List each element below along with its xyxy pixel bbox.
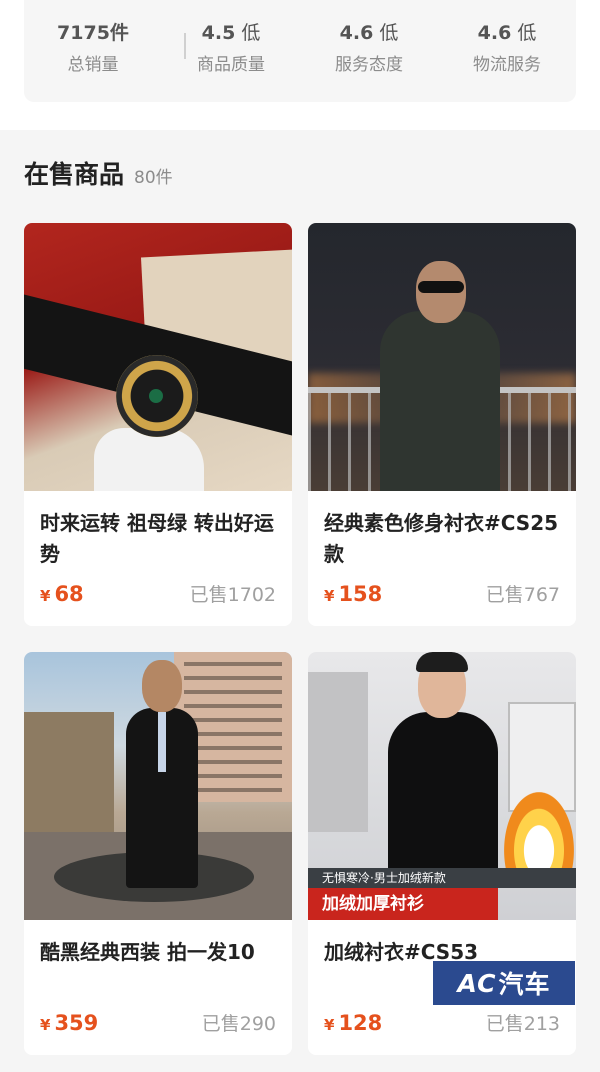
watermark-logo-mark: AC (457, 968, 497, 998)
product-name[interactable]: 时来运转 祖母绿 转出好运势 (40, 508, 280, 570)
product-name[interactable]: 酷黑经典西装 拍一发10 (40, 937, 280, 968)
watermark-text: 汽车 (498, 970, 551, 999)
product-image[interactable] (24, 652, 292, 920)
product-image[interactable] (24, 223, 292, 491)
stat-level: 低 (379, 22, 399, 44)
stat-value: 4.6 (477, 22, 512, 44)
stat-product-quality: 4.5 低 商品质量 (162, 20, 300, 76)
price-value: 158 (338, 582, 383, 606)
currency-symbol: ¥ (40, 587, 51, 605)
promo-banner-main: 加绒加厚衬衫 (308, 888, 498, 920)
product-card-belt[interactable]: 时来运转 祖母绿 转出好运势 ¥68 已售1702 (24, 223, 292, 626)
price-value: 128 (338, 1011, 383, 1035)
sold-count: 已售1702 (189, 584, 276, 606)
stat-level: 低 (241, 22, 261, 44)
stat-logistics-service: 4.6 低 物流服务 (438, 20, 576, 76)
section-title: 在售商品 (24, 160, 125, 189)
currency-symbol: ¥ (324, 587, 335, 605)
product-price: ¥68 (40, 581, 84, 609)
stat-label: 服务态度 (335, 55, 403, 75)
sold-count: 已售213 (485, 1013, 560, 1035)
sold-count: 已售290 (201, 1013, 276, 1035)
stats-container: 7175件 总销量 4.5 低 商品质量 4.6 低 服务态度 4.6 低 物流服务 (0, 0, 600, 130)
stat-level: 低 (517, 22, 537, 44)
watermark-logo: AC 汽车 (433, 961, 575, 1005)
stat-total-sales: 7175件 总销量 (24, 20, 162, 76)
stat-value: 4.6 (339, 22, 374, 44)
stat-service-attitude: 4.6 低 服务态度 (300, 20, 438, 76)
stat-label: 总销量 (67, 55, 119, 75)
currency-symbol: ¥ (324, 1016, 335, 1034)
shop-stats-panel: 7175件 总销量 4.5 低 商品质量 4.6 低 服务态度 4.6 低 物流服务 (24, 0, 576, 102)
product-price: ¥359 (40, 1010, 98, 1038)
on-sale-header: 在售商品 80件 (24, 155, 173, 191)
stat-label: 商品质量 (197, 55, 265, 75)
product-image[interactable] (308, 223, 576, 491)
product-price: ¥158 (324, 581, 382, 609)
promo-banner-top: 无惧寒冷·男士加绒新款 (308, 868, 576, 888)
product-name[interactable]: 经典素色修身衬衣#CS25款 (324, 508, 564, 570)
stat-label: 物流服务 (473, 55, 541, 75)
product-image[interactable]: 无惧寒冷·男士加绒新款 加绒加厚衬衫 (308, 652, 576, 920)
sold-count: 已售767 (485, 584, 560, 606)
product-card-suit[interactable]: 酷黑经典西装 拍一发10 ¥359 已售290 (24, 652, 292, 1055)
product-count: 80件 (134, 168, 173, 188)
stat-value: 7175件 (57, 22, 129, 44)
product-price: ¥128 (324, 1010, 382, 1038)
product-card-shirt-cs25[interactable]: 经典素色修身衬衣#CS25款 ¥158 已售767 (308, 223, 576, 626)
price-value: 68 (54, 582, 84, 606)
price-value: 359 (54, 1011, 99, 1035)
stat-value: 4.5 (201, 22, 236, 44)
currency-symbol: ¥ (40, 1016, 51, 1034)
